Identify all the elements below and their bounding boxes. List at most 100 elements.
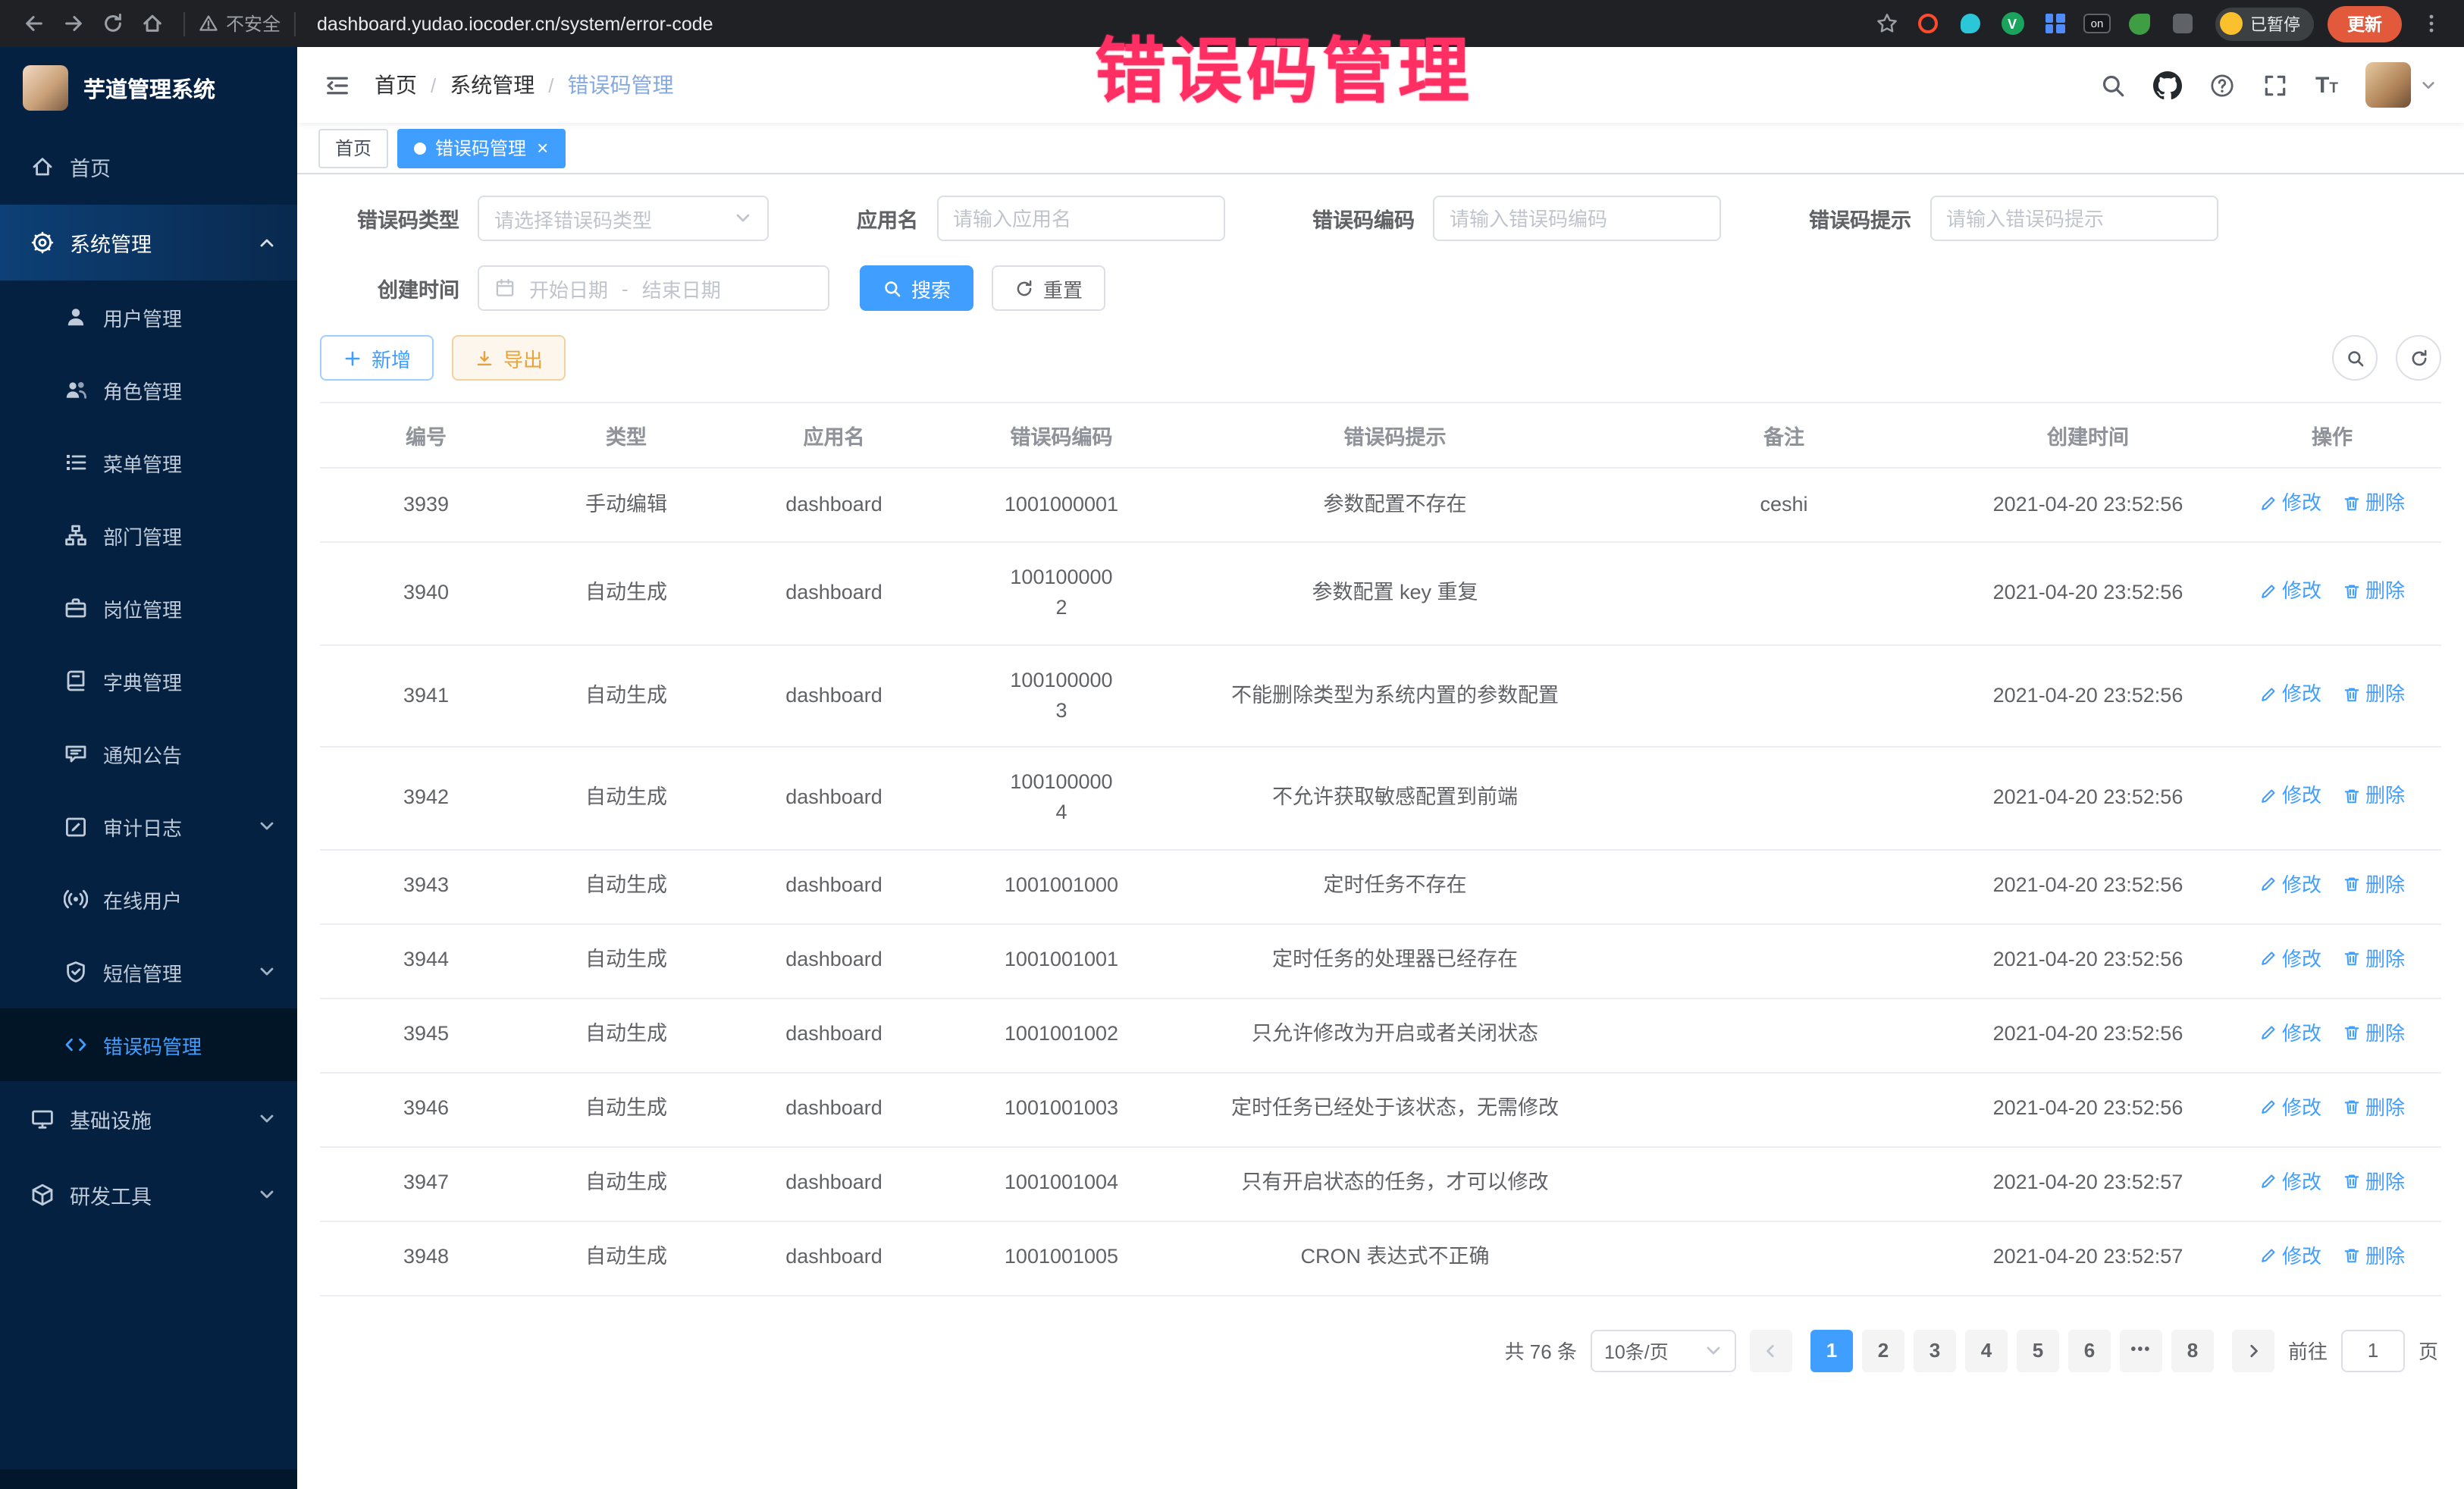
delete-link[interactable]: 删除 [2343, 488, 2405, 518]
app-name-input[interactable] [936, 196, 1224, 241]
error-code-input[interactable] [1433, 196, 1721, 241]
edit-link[interactable]: 修改 [2259, 488, 2321, 518]
delete-link[interactable]: 删除 [2343, 1018, 2405, 1048]
sidebar-item-dept[interactable]: 部门管理 [0, 499, 297, 572]
security-warning[interactable]: 不安全 [199, 11, 281, 36]
sidebar-item-post[interactable]: 岗位管理 [0, 572, 297, 644]
user-icon [64, 305, 88, 329]
reload-icon[interactable] [94, 5, 130, 42]
tab-error-code[interactable]: 错误码管理 × [397, 128, 565, 168]
edit-link[interactable]: 修改 [2259, 1167, 2321, 1196]
sidebar-item-online-user[interactable]: 在线用户 [0, 863, 297, 936]
goto-page-input[interactable] [2341, 1329, 2405, 1371]
sidebar-item-dev-tools[interactable]: 研发工具 [0, 1157, 297, 1233]
app-logo[interactable]: 芋道管理系统 [0, 47, 297, 129]
search-icon[interactable] [2100, 72, 2126, 98]
add-button[interactable]: 新增 [320, 335, 434, 381]
sidebar-item-home[interactable]: 首页 [0, 129, 297, 205]
browser-extension-icon[interactable] [2168, 10, 2196, 37]
edit-link[interactable]: 修改 [2259, 944, 2321, 973]
breadcrumb-system[interactable]: 系统管理 [450, 70, 534, 100]
edit-link[interactable]: 修改 [2259, 870, 2321, 899]
page-button[interactable]: 1 [1810, 1329, 1853, 1371]
page-button[interactable]: 3 [1914, 1329, 1956, 1371]
error-hint-input[interactable] [1930, 196, 2218, 241]
sidebar-item-label: 错误码管理 [103, 1030, 202, 1059]
edit-link[interactable]: 修改 [2259, 679, 2321, 709]
prev-page-button[interactable] [1750, 1329, 1792, 1371]
delete-link[interactable]: 删除 [2343, 782, 2405, 811]
font-size-icon[interactable]: TT [2315, 74, 2338, 96]
delete-link[interactable]: 删除 [2343, 1241, 2405, 1271]
browser-update-button[interactable]: 更新 [2328, 5, 2402, 42]
browser-menu-icon[interactable] [2412, 5, 2449, 42]
browser-extension-icon[interactable]: V [1998, 10, 2026, 37]
sidebar-item-infra[interactable]: 基础设施 [0, 1081, 297, 1157]
page-button[interactable]: 8 [2171, 1329, 2214, 1371]
browser-extension-icon[interactable] [1914, 10, 1941, 37]
back-icon[interactable] [15, 5, 52, 42]
sidebar-item-system[interactable]: 系统管理 [0, 205, 297, 281]
github-icon[interactable] [2153, 71, 2182, 99]
home-icon[interactable] [133, 5, 170, 42]
chevron-up-icon [258, 234, 276, 252]
page-button[interactable]: 4 [1965, 1329, 2008, 1371]
reset-button[interactable]: 重置 [992, 265, 1105, 311]
calendar-icon [494, 277, 516, 299]
sidebar-item-user[interactable]: 用户管理 [0, 281, 297, 353]
toggle-search-button[interactable] [2332, 335, 2378, 381]
fullscreen-icon[interactable] [2262, 72, 2288, 98]
cell-code: 1001001001 [948, 923, 1175, 998]
edit-link[interactable]: 修改 [2259, 1018, 2321, 1048]
search-button[interactable]: 搜索 [860, 265, 973, 311]
sidebar-item-label: 在线用户 [103, 885, 182, 914]
address-bar[interactable]: dashboard.yudao.iocoder.cn/system/error-… [317, 13, 713, 34]
page-button[interactable]: 2 [1862, 1329, 1904, 1371]
bookmark-star-icon[interactable] [1868, 5, 1904, 42]
export-button[interactable]: 导出 [452, 335, 566, 381]
shield-icon [64, 960, 88, 984]
edit-link[interactable]: 修改 [2259, 1241, 2321, 1271]
sidebar-collapse-bar[interactable] [0, 1469, 297, 1489]
delete-link[interactable]: 删除 [2343, 577, 2405, 607]
date-range-picker[interactable]: 开始日期 - 结束日期 [478, 265, 829, 311]
edit-link[interactable]: 修改 [2259, 782, 2321, 811]
browser-extension-icon[interactable] [2041, 10, 2068, 37]
browser-extension-icon[interactable]: on [2083, 10, 2111, 37]
error-type-select[interactable]: 请选择错误码类型 [478, 196, 769, 241]
refresh-table-button[interactable] [2396, 335, 2441, 381]
sidebar-item-sms[interactable]: 短信管理 [0, 936, 297, 1008]
edit-link[interactable]: 修改 [2259, 577, 2321, 607]
user-menu[interactable] [2365, 62, 2437, 108]
delete-link[interactable]: 删除 [2343, 679, 2405, 709]
sidebar-item-label: 角色管理 [103, 375, 182, 404]
page-button[interactable]: 6 [2068, 1329, 2111, 1371]
page-size-select[interactable]: 10条/页 [1591, 1329, 1736, 1371]
delete-link[interactable]: 删除 [2343, 944, 2405, 973]
cell-app: dashboard [720, 644, 948, 747]
browser-extension-icon[interactable] [2126, 10, 2153, 37]
delete-link[interactable]: 删除 [2343, 870, 2405, 899]
sidebar-item-menu[interactable]: 菜单管理 [0, 426, 297, 499]
close-icon[interactable]: × [537, 138, 548, 158]
help-icon[interactable] [2209, 72, 2235, 98]
delete-link[interactable]: 删除 [2343, 1167, 2405, 1196]
sidebar-item-role[interactable]: 角色管理 [0, 353, 297, 426]
delete-link[interactable]: 删除 [2343, 1092, 2405, 1122]
breadcrumb-home[interactable]: 首页 [375, 70, 417, 100]
sidebar-item-notice[interactable]: 通知公告 [0, 717, 297, 790]
pager-ellipsis[interactable]: ••• [2120, 1329, 2162, 1371]
sidebar-item-audit-log[interactable]: 审计日志 [0, 790, 297, 863]
forward-icon[interactable] [55, 5, 91, 42]
cell-app: dashboard [720, 542, 948, 644]
sidebar-item-error-code[interactable]: 错误码管理 [0, 1008, 297, 1081]
sidebar-item-dict[interactable]: 字典管理 [0, 644, 297, 717]
tab-home[interactable]: 首页 [318, 128, 388, 168]
next-page-button[interactable] [2232, 1329, 2274, 1371]
hamburger-icon[interactable] [324, 72, 350, 98]
table-row: 3940自动生成dashboard100100000 2参数配置 key 重复2… [320, 542, 2441, 644]
edit-link[interactable]: 修改 [2259, 1092, 2321, 1122]
profile-paused-badge[interactable]: 已暂停 [2215, 7, 2314, 40]
browser-extension-icon[interactable] [1956, 10, 1983, 37]
page-button[interactable]: 5 [2017, 1329, 2059, 1371]
